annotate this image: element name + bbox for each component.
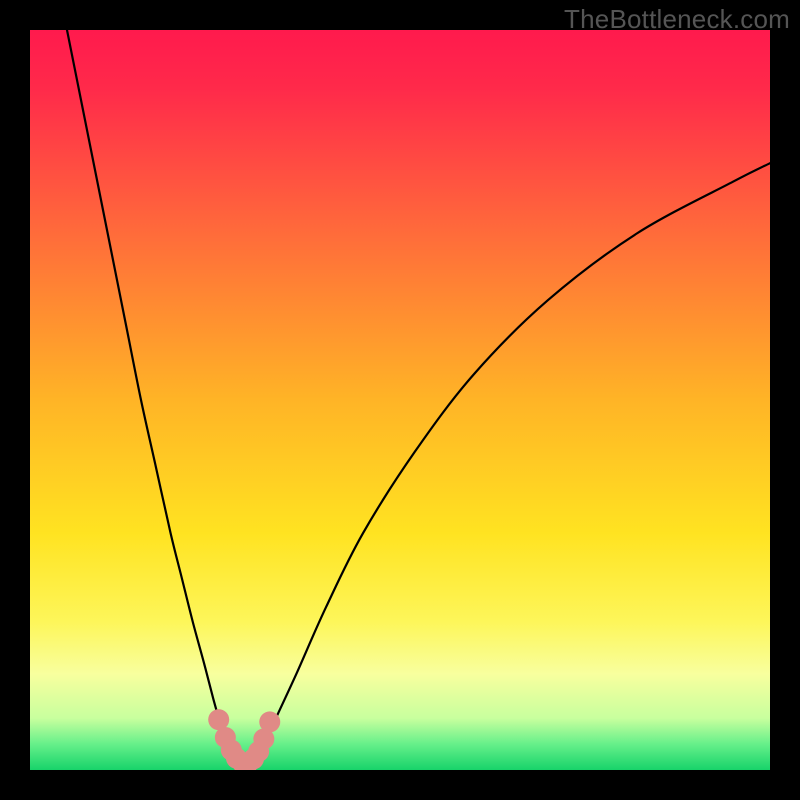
plot-area bbox=[30, 30, 770, 770]
chart-svg bbox=[30, 30, 770, 770]
outer-frame: TheBottleneck.com bbox=[0, 0, 800, 800]
bottleneck-marker bbox=[259, 711, 280, 732]
